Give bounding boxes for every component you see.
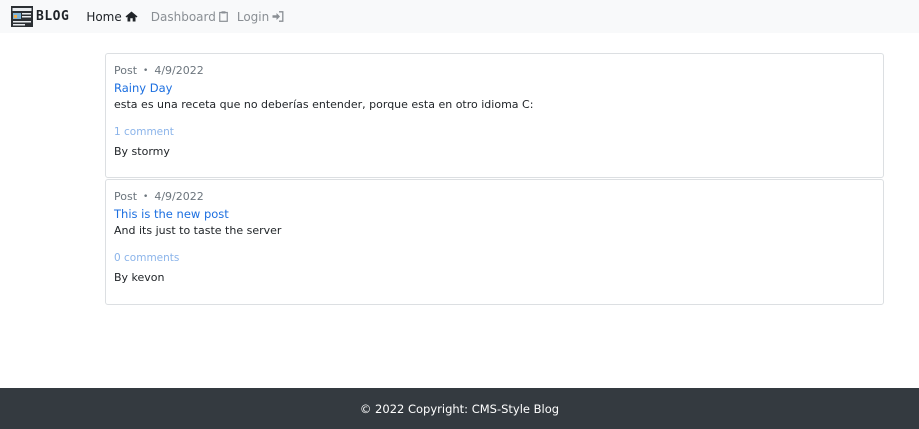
post-body: esta es una receta que no deberías enten… [114, 98, 534, 111]
post-author: By kevon [114, 271, 165, 284]
post-author: By stormy [114, 145, 170, 158]
sign-in-icon [272, 11, 284, 22]
post-meta: Post • 4/9/2022 [114, 64, 204, 77]
page: BLOG Home Dashboard Login Post • 4/9/202… [0, 0, 919, 429]
home-icon [125, 11, 138, 22]
brand-text: BLOG [36, 9, 70, 24]
navbar: BLOG Home Dashboard Login [0, 0, 919, 33]
clipboard-icon [219, 11, 228, 22]
nav-home-link[interactable]: Home [86, 9, 138, 24]
post-comments-link[interactable]: 0 comments [114, 252, 179, 264]
footer-copyright: © 2022 Copyright: CMS-Style Blog [359, 401, 560, 416]
post-card: Post • 4/9/2022 Rainy Day esta es una re… [105, 53, 884, 178]
post-meta: Post • 4/9/2022 [114, 190, 204, 203]
blog-logo-icon [11, 6, 33, 27]
nav-login-link[interactable]: Login [237, 10, 284, 24]
meta-separator: • [143, 191, 149, 202]
post-type: Post [114, 64, 138, 77]
post-body: And its just to taste the server [114, 224, 282, 237]
post-title-link[interactable]: This is the new post [114, 207, 229, 221]
post-date: 4/9/2022 [154, 64, 204, 77]
post-card: Post • 4/9/2022 This is the new post And… [105, 179, 884, 305]
nav-dashboard-label: Dashboard [150, 9, 216, 24]
brand-link[interactable]: BLOG [11, 6, 69, 27]
post-comments-link[interactable]: 1 comment [114, 126, 174, 138]
meta-separator: • [143, 65, 149, 76]
nav-dashboard-link[interactable]: Dashboard [151, 10, 228, 24]
post-type: Post [114, 190, 138, 203]
post-title-link[interactable]: Rainy Day [114, 81, 172, 95]
nav-login-label: Login [236, 9, 270, 24]
post-date: 4/9/2022 [154, 190, 204, 203]
nav-home-label: Home [86, 9, 122, 24]
footer: © 2022 Copyright: CMS-Style Blog [0, 388, 919, 429]
